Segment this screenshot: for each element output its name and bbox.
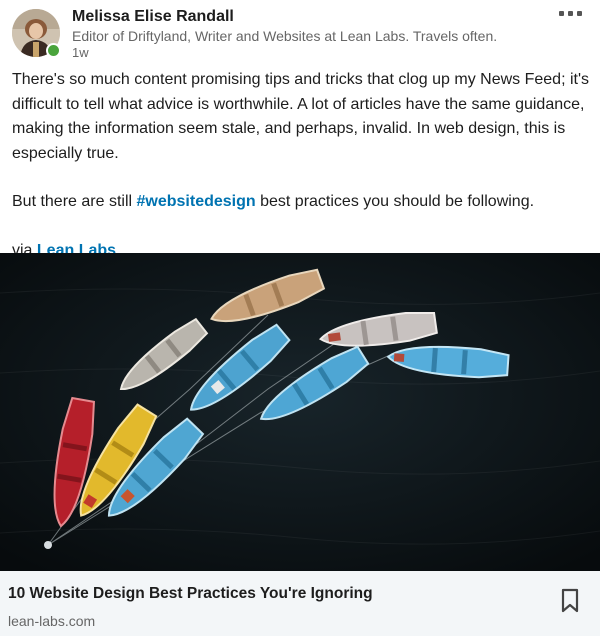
bookmark-icon[interactable]: [559, 588, 581, 614]
more-options-icon[interactable]: [556, 4, 586, 22]
author-name[interactable]: Melissa Elise Randall: [72, 8, 234, 26]
post-header: Melissa Elise Randall Editor of Driftyla…: [0, 0, 600, 68]
post-paragraph: But there are still #websitedesign best …: [12, 190, 592, 215]
author-headline: Editor of Driftyland, Writer and Website…: [72, 28, 498, 44]
online-status-dot: [46, 43, 61, 58]
article-title[interactable]: 10 Website Design Best Practices You're …: [8, 585, 373, 603]
post-paragraph: There's so much content promising tips a…: [12, 71, 590, 162]
hashtag-link[interactable]: #websitedesign: [137, 193, 256, 210]
post-timestamp: 1w: [72, 45, 89, 60]
article-link-card[interactable]: 10 Website Design Best Practices You're …: [0, 571, 600, 636]
text-segment: But there are still: [12, 193, 137, 210]
article-domain: lean-labs.com: [8, 613, 96, 629]
feed-post: Melissa Elise Randall Editor of Driftyla…: [0, 0, 600, 636]
post-text: There's so much content promising tips a…: [12, 68, 592, 263]
buoy: [44, 541, 52, 549]
text-segment: best practices you should be following.: [255, 193, 535, 210]
article-image[interactable]: [0, 253, 600, 571]
